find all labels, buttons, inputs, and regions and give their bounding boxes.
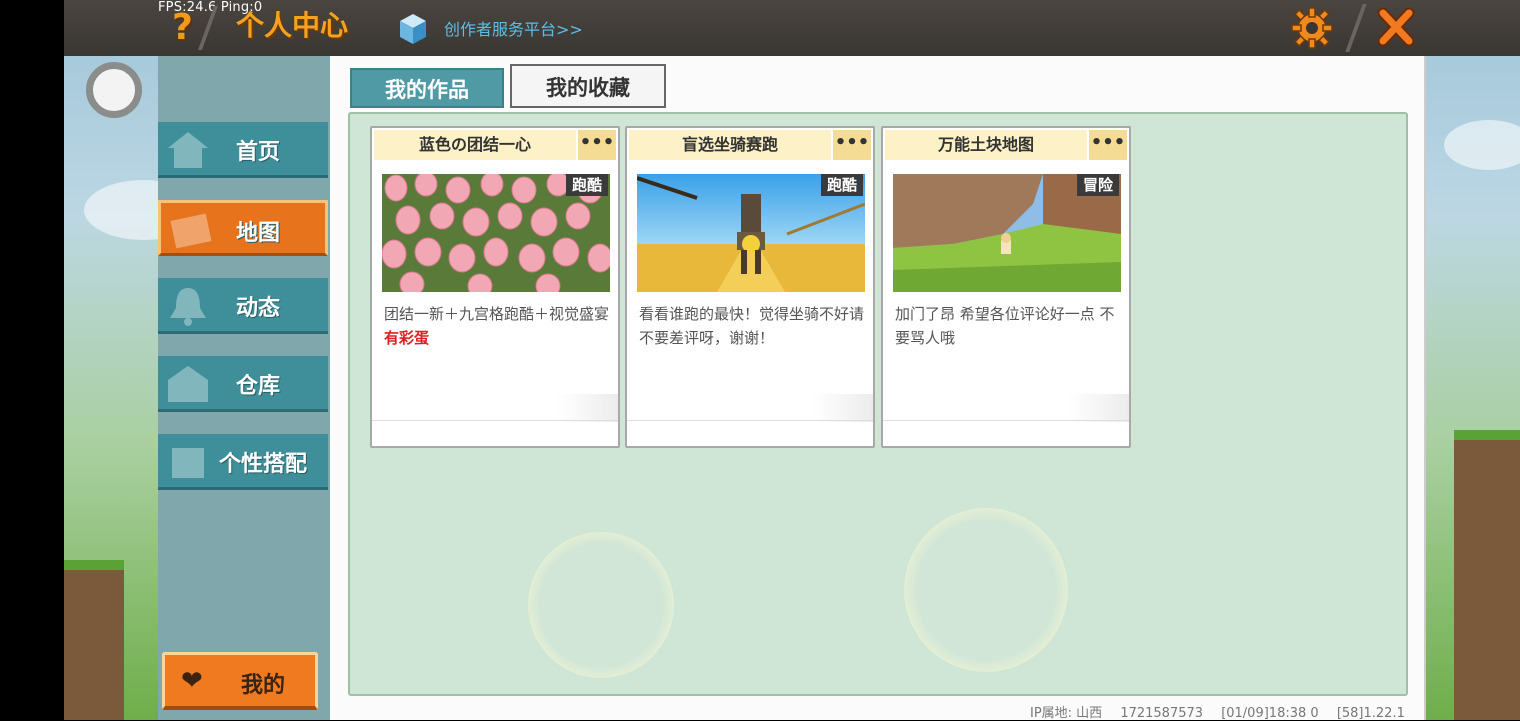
card-title: 蓝色の团结一心	[374, 130, 576, 160]
card-title: 万能土块地图	[885, 130, 1087, 160]
close-icon[interactable]	[1374, 4, 1418, 50]
heart-icon: ❤	[181, 666, 203, 696]
tab-my-works[interactable]: 我的作品	[350, 68, 504, 108]
version: [58]1.22.1	[1336, 706, 1405, 721]
card-fade	[558, 394, 618, 422]
cube-icon[interactable]	[398, 12, 428, 46]
page-title: 个人中心	[236, 9, 349, 42]
me-label: 我的	[241, 673, 286, 698]
creator-platform-link[interactable]: 创作者服务平台>>	[444, 16, 583, 40]
works-grid: 蓝色の团结一心 ••• 跑酷 团结一新＋九宫格跑酷＋视觉盛宴有彩蛋 盲选坐骑赛跑…	[348, 112, 1408, 696]
sidebar-item-map[interactable]: 地图	[158, 200, 328, 256]
map-card[interactable]: 万能土块地图 ••• 冒险 加门了昂 希望各位评论好一点 不要骂人哦	[881, 126, 1131, 448]
card-description: 看看谁跑的最快！觉得坐骑不好请不要差评呀，谢谢！	[639, 305, 865, 347]
category-tag: 跑酷	[565, 174, 608, 196]
card-divider	[372, 420, 618, 421]
card-description: 团结一新＋九宫格跑酷＋视觉盛宴有彩蛋	[384, 305, 610, 347]
ip-location: IP属地: 山西	[1030, 706, 1103, 721]
warehouse-icon	[168, 366, 208, 402]
map-icon	[170, 213, 212, 249]
gear-icon[interactable]	[1290, 6, 1334, 50]
sidebar: 首页 地图 动态 仓库 个性搭配 ❤ 我的	[158, 56, 330, 720]
more-options-button[interactable]: •••	[578, 130, 616, 160]
category-tag: 跑酷	[820, 174, 863, 196]
sidebar-item-label: 仓库	[235, 374, 280, 399]
sidebar-item-label: 地图	[235, 221, 280, 246]
map-card[interactable]: 蓝色の团结一心 ••• 跑酷 团结一新＋九宫格跑酷＋视觉盛宴有彩蛋	[370, 126, 620, 448]
help-icon[interactable]: ?	[172, 8, 193, 48]
card-title: 盲选坐骑赛跑	[629, 130, 831, 160]
card-fade	[1069, 394, 1129, 422]
sidebar-item-label: 动态	[235, 296, 280, 321]
me-button[interactable]: ❤ 我的	[162, 652, 318, 710]
card-divider	[627, 420, 873, 421]
joystick-right[interactable]	[904, 508, 1068, 672]
more-options-button[interactable]: •••	[1089, 130, 1127, 160]
control-ring-button[interactable]	[86, 62, 142, 118]
main-panel: 我的作品 我的收藏 蓝色の团结一心 ••• 跑酷 团结一新＋九宫格跑酷＋视觉盛宴…	[330, 56, 1426, 720]
sidebar-item-storage[interactable]: 仓库	[158, 356, 328, 412]
sidebar-item-label: 个性搭配	[218, 452, 307, 477]
card-fade	[813, 394, 873, 422]
tab-my-favorites[interactable]: 我的收藏	[510, 64, 666, 108]
sidebar-item-home[interactable]: 首页	[158, 122, 328, 178]
sidebar-item-label: 首页	[235, 140, 280, 165]
card-divider	[883, 420, 1129, 421]
sidebar-item-feed[interactable]: 动态	[158, 278, 328, 334]
sidebar-item-outfit[interactable]: 个性搭配	[158, 434, 328, 490]
joystick-left[interactable]	[528, 532, 674, 678]
map-card[interactable]: 盲选坐骑赛跑 ••• 跑酷 看看谁跑的最快！觉得坐骑不好请不要差评呀，谢谢！	[625, 126, 875, 448]
home-icon	[168, 132, 208, 168]
footer-info: IP属地: 山西 1721587573 [01/09]18:38 0 [58]1…	[1030, 702, 1419, 721]
user-id: 1721587573	[1120, 706, 1204, 721]
timestamp: [01/09]18:38 0	[1221, 706, 1319, 721]
bell-icon	[170, 288, 206, 326]
outfit-icon	[172, 448, 204, 478]
description-highlight: 有彩蛋	[384, 329, 430, 347]
more-options-button[interactable]: •••	[833, 130, 871, 160]
category-tag: 冒险	[1076, 174, 1119, 196]
card-description: 加门了昂 希望各位评论好一点 不要骂人哦	[895, 305, 1115, 347]
